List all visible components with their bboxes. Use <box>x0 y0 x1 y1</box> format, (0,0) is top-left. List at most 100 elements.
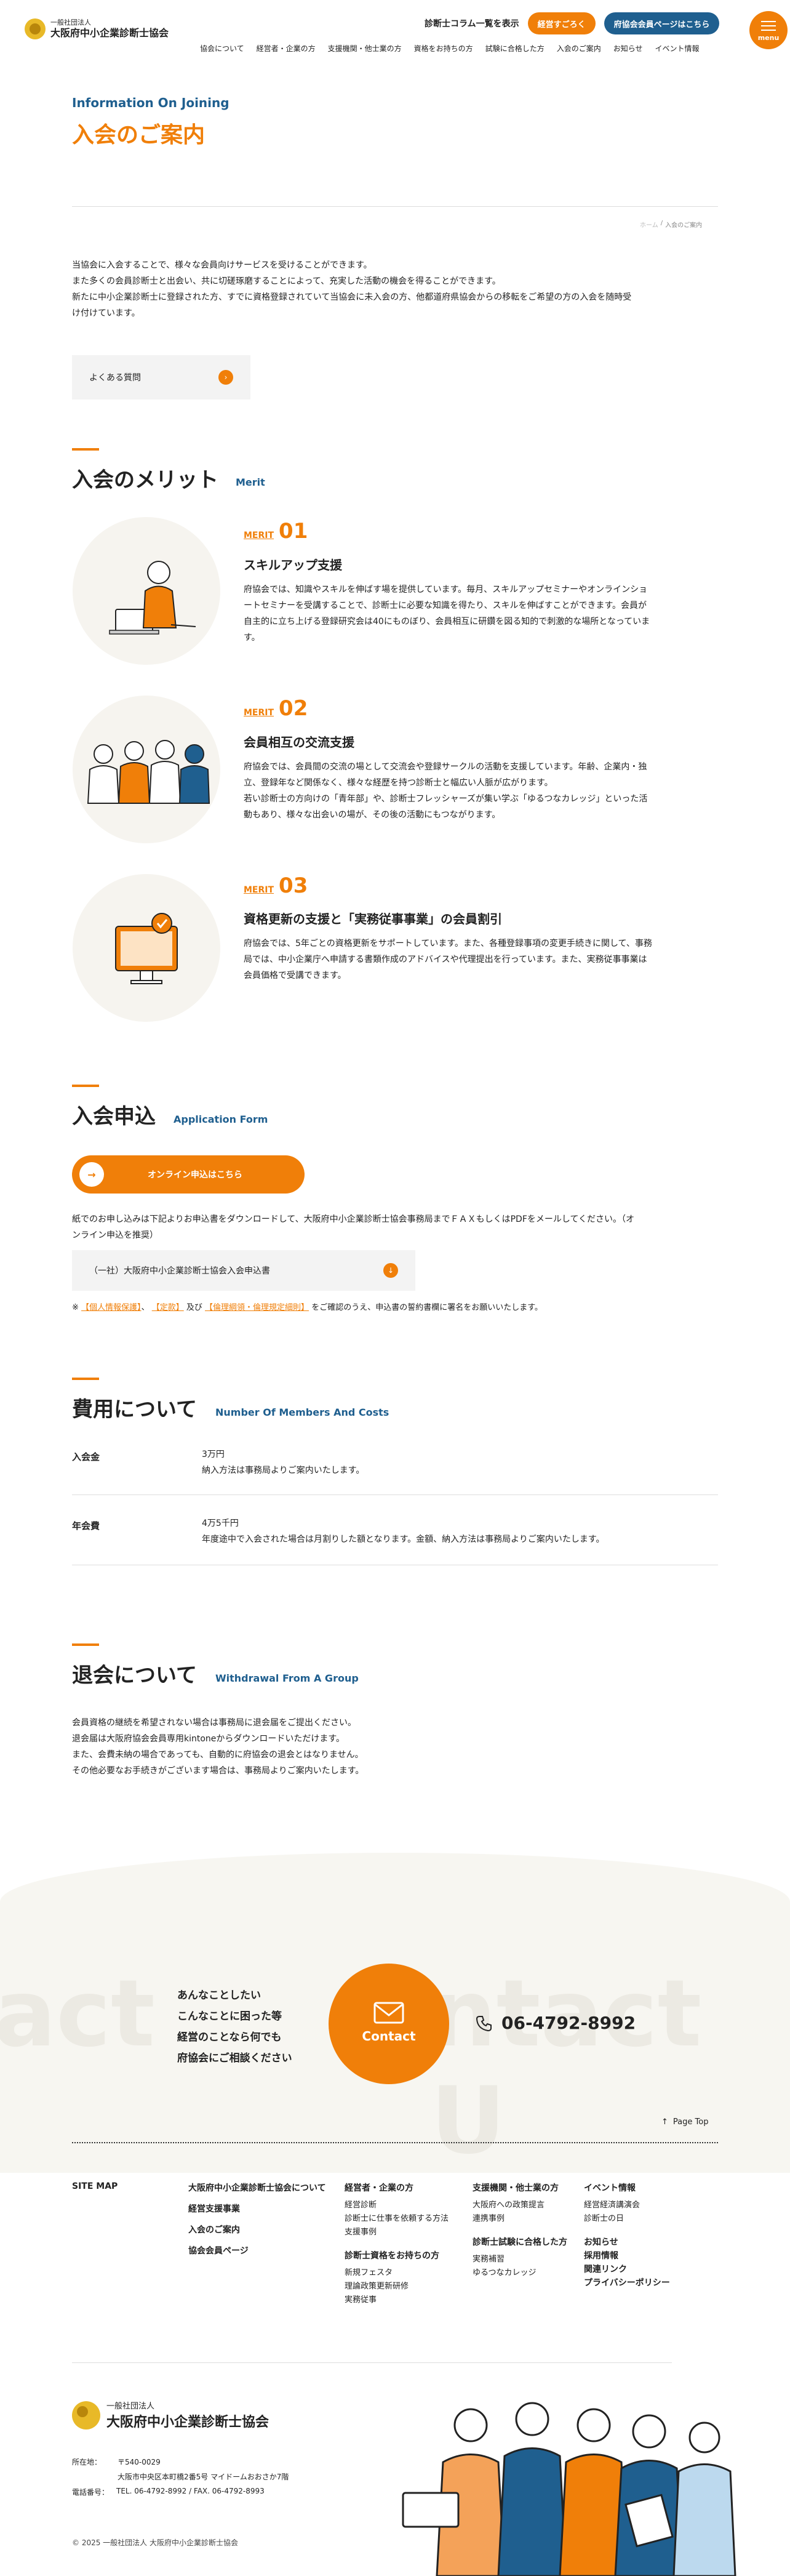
cost-row-value: 4万5千円 年度途中で入会された場合は月割りした額となります。金額、納入方法は事… <box>202 1515 605 1547</box>
column-list-link[interactable]: 診断士コラム一覧を表示 <box>425 17 519 30</box>
cost-note: 納入方法は事務局よりご案内いたします。 <box>202 1466 365 1475</box>
footer-link[interactable]: お知らせ <box>584 2236 670 2249</box>
footer-heading-link[interactable]: 経営者・企業の方 <box>345 2181 449 2194</box>
breadcrumb-home[interactable]: ホーム <box>640 220 658 229</box>
footer-heading-link[interactable]: 診断士資格をお持ちの方 <box>345 2249 449 2261</box>
contact-phone[interactable]: 06-4792-8992 <box>476 2013 636 2033</box>
footer-link[interactable]: 経営経済講演会 <box>584 2199 670 2212</box>
footer-heading-link[interactable]: 支援機関・他士業の方 <box>473 2181 567 2194</box>
download-icon: ↓ <box>383 1263 398 1278</box>
footer-link[interactable]: プライバシーポリシー <box>584 2276 670 2290</box>
monitor-check-icon <box>115 913 178 984</box>
merit-label: MERIT <box>244 885 274 895</box>
merit-line: す。 <box>244 633 260 643</box>
nav-item-about[interactable]: 協会について <box>200 43 244 54</box>
footer-divider <box>72 2362 672 2363</box>
download-form-label: （一社）大阪府中小企業診断士協会入会申込書 <box>89 1266 270 1276</box>
footer-link[interactable]: 理論政策更新研修 <box>345 2280 449 2293</box>
member-page-button[interactable]: 府協会会員ページはこちら <box>604 12 720 34</box>
withdraw-heading: 退会について <box>72 1663 197 1688</box>
footer-col-2: 経営者・企業の方 経営診断 診断士に仕事を依頼する方法 支援事例 診断士資格をお… <box>345 2181 449 2307</box>
menu-button[interactable]: menu <box>749 11 788 49</box>
merit-heading: 入会のメリット <box>72 468 218 492</box>
download-form-button[interactable]: （一社）大阪府中小企業診断士協会入会申込書 ↓ <box>72 1250 415 1291</box>
copyright: © 2025 一般社団法人 大阪府中小企業診断士協会 <box>72 2538 238 2547</box>
merit-line: 府協会では、5年ごとの資格更新をサポートしています。また、各種登録事項の変更手続… <box>244 939 652 949</box>
page-top-label: Page Top <box>672 2117 709 2127</box>
footer-link[interactable]: 経営支援事業 <box>188 2202 326 2215</box>
footer-link[interactable]: 実務従事 <box>345 2293 449 2307</box>
footer-link[interactable]: 経営診断 <box>345 2199 449 2212</box>
merit-number: 03 <box>279 873 308 898</box>
nav-item-news[interactable]: お知らせ <box>613 43 643 54</box>
merit-title: スキルアップ支援 <box>244 558 342 572</box>
faq-button[interactable]: よくある質問 › <box>72 355 250 399</box>
person-laptop-icon <box>109 561 196 635</box>
merit-line: 会員価格で受講できます。 <box>244 971 346 981</box>
footer-link[interactable]: 大阪府への政策提言 <box>473 2199 567 2212</box>
withdraw-line: また、会費未納の場合であっても、自動的に府協会の退会とはなりません。 <box>72 1750 364 1760</box>
contact-message: あんなことしたい こんなことに困った等 経営のことなら何でも 府協会にご相談くだ… <box>177 1985 292 2069</box>
nav-item-business[interactable]: 経営者・企業の方 <box>257 43 316 54</box>
footer-col-4: イベント情報 経営経済講演会 診断士の日 お知らせ 採用情報 関連リンク プライ… <box>584 2181 670 2290</box>
ethics-link[interactable]: 【倫理綱領・倫理規定細則】 <box>205 1303 309 1312</box>
breadcrumb-current: 入会のご案内 <box>665 222 703 229</box>
footer-link[interactable]: 実務補習 <box>473 2253 567 2266</box>
footer-link[interactable]: ゆるつなカレッジ <box>473 2266 567 2280</box>
contact-button[interactable]: Contact <box>329 1964 449 2084</box>
merit-text: 府協会では、5年ごとの資格更新をサポートしています。また、各種登録事項の変更手続… <box>244 936 724 984</box>
online-apply-label: オンライン申込はこちら <box>148 1170 242 1180</box>
team-meeting-icon <box>87 740 210 804</box>
footer-link[interactable]: 関連リンク <box>584 2263 670 2276</box>
cost-heading: 費用について <box>72 1397 197 1422</box>
merit-line: 局では、中小企業庁へ申請する書類作成のアドバイスや代理提出を行っています。また、… <box>244 955 647 965</box>
footer-link[interactable]: 連携事例 <box>473 2212 567 2226</box>
section-accent-line <box>72 1378 99 1380</box>
address-label: 所在地： <box>72 2458 102 2466</box>
logo-emblem-icon <box>25 18 46 39</box>
nav-item-join[interactable]: 入会のご案内 <box>557 43 601 54</box>
cost-row-label: 入会金 <box>72 1451 100 1463</box>
apply-heading: 入会申込 <box>72 1104 156 1129</box>
merit-line: 府協会では、会員間の交流の場として交流会や登録サークルの活動を支援しています。年… <box>244 762 647 772</box>
team-people-illustration <box>402 2402 736 2576</box>
footer-link[interactable]: 新規フェスタ <box>345 2266 449 2280</box>
withdraw-line: 会員資格の継続を希望されない場合は事務局に退会届をご提出ください。 <box>72 1718 356 1728</box>
footer-logo[interactable]: 一般社団法人 大阪府中小企業診断士協会 <box>72 2399 269 2431</box>
nav-item-passed[interactable]: 試験に合格した方 <box>485 43 545 54</box>
merit-number: 02 <box>279 696 308 721</box>
section-accent-line <box>72 1643 99 1646</box>
sitemap-label: SITE MAP <box>72 2181 118 2191</box>
intro-line: 当協会に入会することで、様々な会員向けサービスを受けることができます。 <box>72 260 372 270</box>
sugoroku-button[interactable]: 経営すごろく <box>527 12 596 34</box>
page-top-link[interactable]: ↑ Page Top <box>661 2117 708 2127</box>
footer-link[interactable]: 採用情報 <box>584 2249 670 2263</box>
footer-col-1: 大阪府中小企業診断士協会について 経営支援事業 入会のご案内 協会会員ページ <box>188 2181 326 2257</box>
footer-heading-link[interactable]: 診断士試験に合格した方 <box>473 2236 567 2248</box>
online-apply-button[interactable]: → オンライン申込はこちら <box>72 1155 305 1194</box>
chevron-right-icon: › <box>218 370 233 385</box>
footer-link[interactable]: 支援事例 <box>345 2226 449 2239</box>
merit-line: 動もあり、様々な出会いの場が、その後の活動にもつながります。 <box>244 810 501 820</box>
footer-link[interactable]: 大阪府中小企業診断士協会について <box>188 2181 326 2194</box>
nav-item-events[interactable]: イベント情報 <box>655 43 699 54</box>
contact-line: あんなことしたい <box>177 1989 261 2002</box>
contact-button-label: Contact <box>362 2029 416 2044</box>
page-title: 入会のご案内 <box>72 122 205 148</box>
paper-line: ンライン申込を推奨） <box>72 1230 158 1240</box>
nav-item-qualified[interactable]: 資格をお持ちの方 <box>414 43 473 54</box>
nav-item-support[interactable]: 支援機関・他士業の方 <box>328 43 402 54</box>
privacy-link[interactable]: 【個人情報保護】 <box>81 1303 142 1312</box>
footer-link[interactable]: 協会会員ページ <box>188 2244 326 2257</box>
footer-link[interactable]: 診断士に仕事を依頼する方法 <box>345 2212 449 2226</box>
footer-heading-link[interactable]: イベント情報 <box>584 2181 670 2194</box>
site-logo[interactable]: 一般社団法人 大阪府中小企業診断士協会 <box>25 18 169 39</box>
footer-link[interactable]: 診断士の日 <box>584 2212 670 2226</box>
page-title-en: Information On Joining <box>72 95 229 110</box>
contact-bg-word: act <box>0 1960 155 2068</box>
apply-heading-en: Application Form <box>174 1113 268 1125</box>
articles-link[interactable]: 【定款】 <box>152 1303 184 1312</box>
intro-text: 当協会に入会することで、様々な会員向けサービスを受けることができます。 また多く… <box>72 257 724 321</box>
footer-link[interactable]: 入会のご案内 <box>188 2223 326 2236</box>
footer-col-3: 支援機関・他士業の方 大阪府への政策提言 連携事例 診断士試験に合格した方 実務… <box>473 2181 567 2280</box>
